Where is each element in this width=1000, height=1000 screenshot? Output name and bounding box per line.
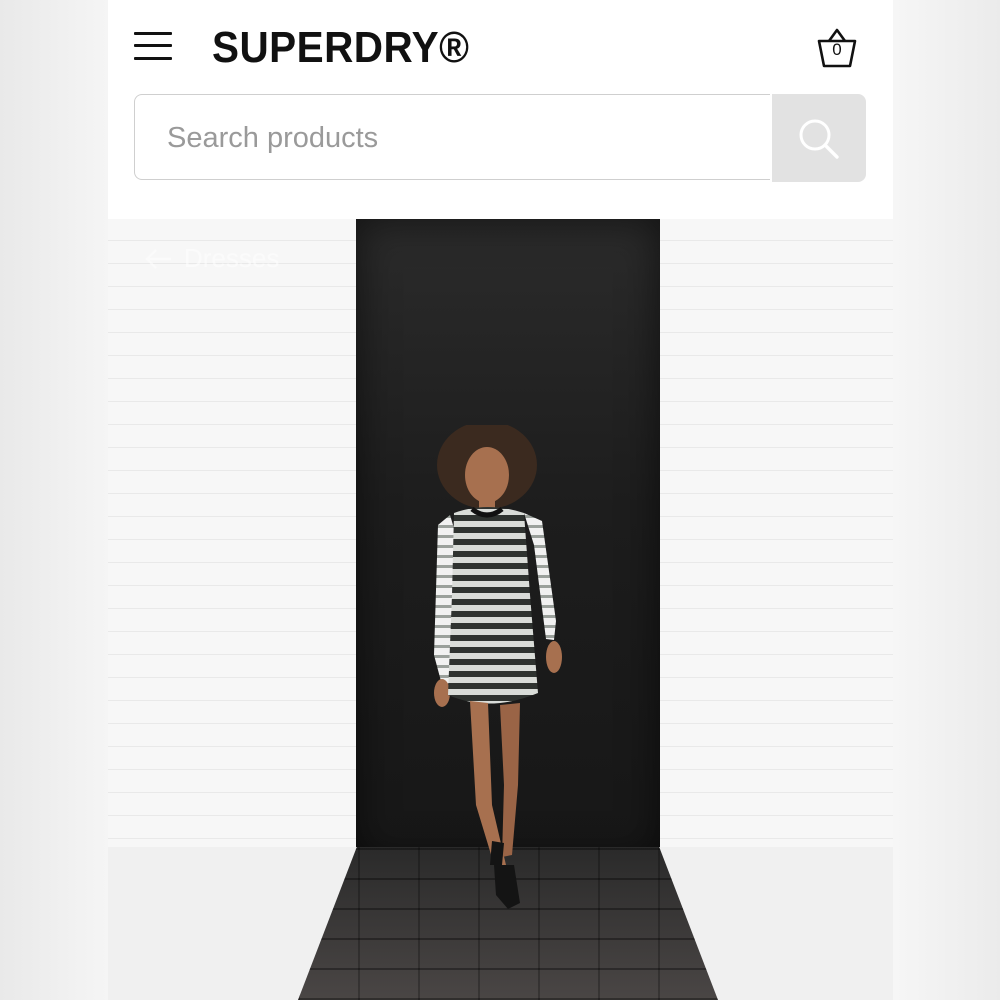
hero-video[interactable]: Dresses — [108, 219, 893, 1000]
search-icon — [799, 119, 839, 159]
basket-button[interactable]: 0 — [816, 26, 858, 70]
search-input[interactable] — [165, 95, 759, 181]
page-background-right — [893, 0, 1000, 1000]
mobile-viewport: SUPERDRY® 0 Dresses — [108, 0, 893, 1000]
basket-count: 0 — [832, 40, 842, 59]
arrow-left-icon — [145, 248, 171, 269]
page-background-left — [0, 0, 108, 1000]
hamburger-icon[interactable] — [134, 30, 172, 62]
back-to-category-link[interactable]: Dresses — [144, 243, 279, 274]
search-field[interactable] — [134, 94, 770, 181]
search-button[interactable] — [772, 94, 866, 182]
site-header: SUPERDRY® 0 — [108, 0, 893, 219]
breadcrumb-label: Dresses — [184, 243, 280, 273]
brand-logo[interactable]: SUPERDRY® — [212, 22, 469, 74]
model-figure — [434, 425, 562, 909]
